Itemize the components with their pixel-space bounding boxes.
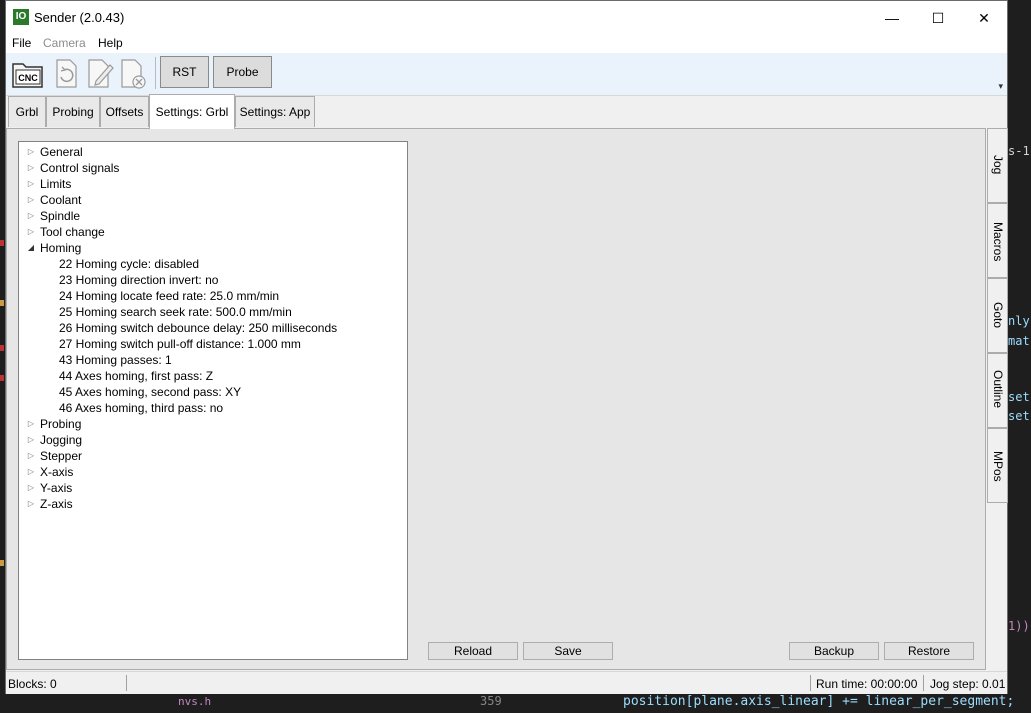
background-editor-right: s-1 nly mat set set 1)) bbox=[1008, 0, 1031, 713]
side-tab-outline[interactable]: Outline bbox=[987, 353, 1008, 428]
reload-file-icon[interactable] bbox=[48, 55, 84, 91]
tree-setting-item[interactable]: 27 Homing switch pull-off distance: 1.00… bbox=[59, 336, 301, 352]
status-bar: Blocks: 0 Run time: 00:00:00 Jog step: 0… bbox=[6, 671, 1007, 694]
tree-group[interactable]: Homing bbox=[40, 240, 81, 256]
collapsed-arrow-icon[interactable]: ▷ bbox=[26, 480, 36, 496]
tree-setting-item[interactable]: 45 Axes homing, second pass: XY bbox=[59, 384, 241, 400]
blocks-status: Blocks: 0 bbox=[8, 677, 57, 691]
tree-group[interactable]: Probing bbox=[40, 416, 81, 432]
settings-grbl-panel: ▷ General ▷ Control signals ▷ Limits ▷ Coolant ▷… bbox=[6, 128, 986, 670]
tree-setting-item[interactable]: 44 Axes homing, first pass: Z bbox=[59, 368, 213, 384]
tree-group[interactable]: Jogging bbox=[40, 432, 82, 448]
maximize-button[interactable]: ☐ bbox=[915, 1, 961, 35]
code-fragment: nly bbox=[1008, 314, 1030, 328]
menu-camera[interactable]: Camera bbox=[43, 36, 86, 50]
file-label: nvs.h bbox=[178, 695, 212, 708]
collapsed-arrow-icon[interactable]: ▷ bbox=[26, 176, 36, 192]
close-button[interactable]: ✕ bbox=[961, 1, 1007, 35]
tree-setting-item[interactable]: 25 Homing search seek rate: 500.0 mm/min bbox=[59, 304, 292, 320]
collapsed-arrow-icon[interactable]: ▷ bbox=[26, 192, 36, 208]
expanded-arrow-icon[interactable]: ◢ bbox=[26, 240, 36, 256]
toolbar-separator bbox=[155, 57, 156, 89]
app-icon: IO bbox=[13, 9, 29, 25]
cnc-label: CNC bbox=[18, 73, 38, 83]
tree-group[interactable]: X-axis bbox=[40, 464, 73, 480]
rst-button[interactable]: RST (F1) bbox=[160, 56, 209, 109]
collapsed-arrow-icon[interactable]: ▷ bbox=[26, 496, 36, 512]
tree-group[interactable]: Coolant bbox=[40, 192, 81, 208]
tree-group[interactable]: Limits bbox=[40, 176, 71, 192]
status-separator bbox=[126, 675, 127, 691]
side-tabs: Jog Macros Goto Outline MPos bbox=[987, 128, 1008, 506]
tree-group[interactable]: General bbox=[40, 144, 83, 160]
tree-group[interactable]: Tool change bbox=[40, 224, 105, 240]
reload-button[interactable]: Reload bbox=[428, 642, 518, 660]
tree-group[interactable]: Control signals bbox=[40, 160, 119, 176]
line-number: 359 bbox=[480, 694, 502, 708]
tree-group[interactable]: Y-axis bbox=[40, 480, 72, 496]
tree-setting-item[interactable]: 23 Homing direction invert: no bbox=[59, 272, 218, 288]
code-fragment: set bbox=[1008, 409, 1030, 423]
tab-grbl[interactable]: Grbl bbox=[8, 96, 46, 127]
tree-setting-item[interactable]: 26 Homing switch debounce delay: 250 mil… bbox=[59, 320, 337, 336]
settings-tree[interactable]: ▷ General ▷ Control signals ▷ Limits ▷ Coolant ▷… bbox=[18, 141, 408, 660]
collapsed-arrow-icon[interactable]: ▷ bbox=[26, 464, 36, 480]
run-time-status: Run time: 00:00:00 bbox=[816, 677, 918, 691]
side-tab-jog[interactable]: Jog bbox=[987, 128, 1008, 203]
window-title: Sender (2.0.43) bbox=[34, 10, 125, 25]
collapsed-arrow-icon[interactable]: ▷ bbox=[26, 144, 36, 160]
tab-offsets[interactable]: Offsets bbox=[100, 96, 149, 127]
minimize-button[interactable]: — bbox=[869, 1, 915, 35]
tree-group[interactable]: Stepper bbox=[40, 448, 82, 464]
status-separator bbox=[923, 675, 924, 691]
menu-file[interactable]: File bbox=[12, 36, 31, 50]
menu-help[interactable]: Help bbox=[98, 36, 123, 50]
close-file-icon[interactable] bbox=[117, 55, 153, 91]
code-fragment: set bbox=[1008, 390, 1030, 404]
status-separator bbox=[810, 675, 811, 691]
code-fragment: mat bbox=[1008, 334, 1030, 348]
tree-setting-item[interactable]: 22 Homing cycle: disabled bbox=[59, 256, 199, 272]
main-tabs: Grbl Probing Offsets Settings: Grbl Sett… bbox=[6, 94, 1007, 129]
tree-setting-item[interactable]: 46 Axes homing, third pass: no bbox=[59, 400, 223, 416]
code-fragment: 1)) bbox=[1008, 619, 1030, 633]
tree-setting-item[interactable]: 43 Homing passes: 1 bbox=[59, 352, 172, 368]
backup-button[interactable]: Backup bbox=[789, 642, 879, 660]
collapsed-arrow-icon[interactable]: ▷ bbox=[26, 416, 36, 432]
toolbar: CNC RST (F1) Pro bbox=[6, 53, 1007, 109]
side-tab-macros[interactable]: Macros bbox=[987, 203, 1008, 278]
collapsed-arrow-icon[interactable]: ▷ bbox=[26, 448, 36, 464]
collapsed-arrow-icon[interactable]: ▷ bbox=[26, 432, 36, 448]
background-editor-bottom: nvs.h 359 position[plane.axis_linear] +=… bbox=[0, 693, 1031, 713]
side-tab-mpos[interactable]: MPos bbox=[987, 428, 1008, 503]
tab-settings-grbl[interactable]: Settings: Grbl bbox=[149, 94, 235, 129]
side-tab-goto[interactable]: Goto bbox=[987, 278, 1008, 353]
toolbar-overflow-icon[interactable]: ▾ bbox=[998, 81, 1003, 92]
collapsed-arrow-icon[interactable]: ▷ bbox=[26, 208, 36, 224]
save-button[interactable]: Save bbox=[523, 642, 613, 660]
probe-button[interactable]: Probe (F2) bbox=[213, 56, 272, 109]
tab-probing[interactable]: Probing bbox=[46, 96, 100, 127]
collapsed-arrow-icon[interactable]: ▷ bbox=[26, 160, 36, 176]
code-fragment: s-1 bbox=[1008, 144, 1030, 158]
edit-file-icon[interactable] bbox=[82, 55, 118, 91]
code-line: position[plane.axis_linear] += linear_pe… bbox=[623, 694, 1015, 709]
tree-setting-item[interactable]: 24 Homing locate feed rate: 25.0 mm/min bbox=[59, 288, 279, 304]
tab-settings-app[interactable]: Settings: App bbox=[235, 96, 315, 127]
collapsed-arrow-icon[interactable]: ▷ bbox=[26, 224, 36, 240]
title-bar[interactable]: IO Sender (2.0.43) — ☐ ✕ bbox=[6, 1, 1007, 35]
restore-button[interactable]: Restore bbox=[884, 642, 974, 660]
sender-window: IO Sender (2.0.43) — ☐ ✕ File Camera Hel… bbox=[5, 0, 1008, 694]
tree-group[interactable]: Spindle bbox=[40, 208, 80, 224]
menu-bar: File Camera Help bbox=[6, 35, 1007, 53]
open-file-icon[interactable]: CNC bbox=[10, 55, 46, 91]
tree-group[interactable]: Z-axis bbox=[40, 496, 73, 512]
jog-step-status: Jog step: 0.01 bbox=[930, 677, 1006, 691]
